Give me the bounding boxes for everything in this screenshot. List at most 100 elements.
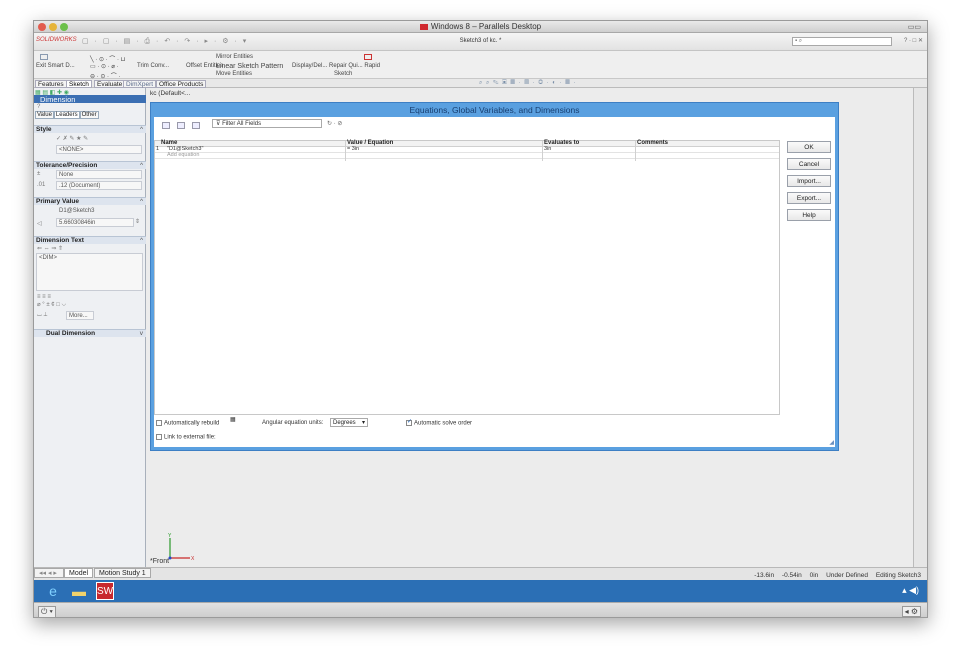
status-bar: ◂◂ ◂ ▸ Model Motion Study 1 -13.6in -0.5… [34, 567, 927, 580]
style-icons[interactable]: ✓ ✗ ✎ ★ ✎ [56, 135, 88, 142]
dimension-text-box[interactable]: <DIM> [36, 253, 143, 291]
pm-tab-value[interactable]: Value [35, 111, 54, 119]
primary-value-input[interactable]: 5.66030846in [56, 218, 134, 227]
tab-motion-study[interactable]: Motion Study 1 [94, 568, 151, 578]
justify-icons[interactable]: ≡ ≡ ≡ [37, 294, 51, 300]
group-dimension-text[interactable]: Dimension Text ^ [34, 236, 146, 244]
rebuild-icon[interactable]: ▦ [230, 416, 236, 423]
col-comments[interactable]: Comments [637, 140, 668, 146]
spin-button-icon[interactable]: ⇕ [135, 218, 140, 225]
power-icon[interactable]: ⏻ ▾ [38, 606, 56, 617]
linear-pattern-button[interactable]: Linear Sketch Pattern [216, 63, 283, 70]
display-delete-button[interactable]: Display/Del... Repair Qui... Rapid [292, 63, 380, 69]
status-editing: Editing Sketch3 [875, 572, 921, 579]
angular-units-select[interactable]: Degrees ▾ [330, 418, 368, 427]
dimension-view-icon[interactable] [192, 122, 200, 129]
precision-select[interactable]: .12 (Document) [56, 181, 142, 190]
tab-office-products[interactable]: Office Products [156, 80, 207, 88]
rect-tools-icon[interactable]: ▭ · ⊙ · ⌀ · [90, 63, 119, 70]
coherence-icon[interactable]: ▭▭ [908, 23, 921, 31]
group-tolerance[interactable]: Tolerance/Precision ^ [34, 161, 146, 169]
style-select[interactable]: <NONE> [56, 145, 142, 154]
window-title: Windows 8 – Parallels Desktop [34, 22, 927, 31]
pm-tab-other[interactable]: Other [79, 111, 99, 119]
sketch-group-label: Sketch [334, 71, 353, 77]
mirror-entities-button[interactable]: Mirror Entities [216, 54, 253, 60]
grid-divider [345, 141, 346, 161]
line-tools-icon[interactable]: ╲ · ⊙ · ⌒ · ⊔ [90, 54, 125, 63]
status-x: -13.6in [754, 572, 775, 579]
equations-grid: Name Value / Equation Evaluates to Comme… [154, 140, 780, 415]
link-file-checkbox[interactable]: Link to external file: [156, 434, 216, 441]
table-row[interactable]: Add equation [155, 152, 779, 159]
more-symbols-button[interactable]: More... [66, 311, 94, 320]
auto-solve-checkbox[interactable]: Automatic solve order [406, 420, 472, 427]
exit-sketch-button[interactable]: Exit Smart D... [36, 63, 75, 69]
tab-scroll-arrows[interactable]: ◂◂ ◂ ▸ [34, 568, 64, 578]
tolerance-type-icon: ± [37, 171, 41, 177]
equations-dialog: Equations, Global Variables, and Dimensi… [150, 102, 839, 451]
chevron-up-icon: ^ [139, 198, 143, 205]
window-controls[interactable]: ? · □ ✕ [904, 37, 923, 44]
tolerance-type-select[interactable]: None [56, 170, 142, 179]
cancel-button[interactable]: Cancel [787, 158, 831, 170]
tab-model[interactable]: Model [64, 568, 94, 578]
symbol-icons-2[interactable]: ⌴ ⊥ [37, 312, 47, 319]
row-value[interactable]: = 3in [347, 146, 542, 152]
file-explorer-icon[interactable]: ▬ [70, 582, 88, 600]
help-button[interactable]: Help [787, 209, 831, 221]
svg-text:Y: Y [168, 533, 172, 539]
symbol-icons[interactable]: ⌀ ° ± ¢ □ ⌵ [37, 301, 66, 309]
chevron-up-icon: ^ [139, 126, 143, 133]
graphics-area[interactable]: kc (Default<... Equations, Global Variab… [146, 88, 927, 567]
checkbox-icon [406, 420, 412, 426]
search-input[interactable]: ▪ ⌕ [792, 37, 892, 46]
exit-sketch-icon[interactable] [40, 54, 48, 60]
ok-button[interactable]: OK [787, 141, 831, 153]
speaker-icon[interactable]: ▴ ◀) [902, 585, 919, 596]
task-pane-tabs[interactable] [913, 88, 927, 567]
command-manager: Exit Smart D... ╲ · ⊙ · ⌒ · ⊔ ▭ · ⊙ · ⌀ … [34, 51, 927, 80]
row-number: 1 [156, 146, 160, 152]
status-readout: -13.6in -0.54in 0in Under Defined Editin… [748, 572, 921, 579]
tab-dimxpert[interactable]: DimXpert [123, 80, 157, 88]
export-button[interactable]: Export... [787, 192, 831, 204]
filter-options-icon[interactable]: ↻ · ⊘ [327, 120, 342, 127]
import-button[interactable]: Import... [787, 175, 831, 187]
trim-entities-button[interactable]: Trim Conv... [137, 63, 169, 69]
chevron-up-icon: ^ [139, 162, 143, 169]
feature-tree-flyout[interactable]: kc (Default<... [150, 90, 190, 97]
text-position-icons[interactable]: ⇐ ⇔ ⇒ ⇑ [37, 245, 63, 252]
precision-icon: .01 [37, 182, 46, 188]
angular-units-label: Angular equation units: [262, 420, 324, 426]
group-style[interactable]: Style ^ [34, 125, 146, 133]
triad-icon: Y X [168, 533, 195, 562]
add-equation-cell[interactable]: Add equation [167, 152, 345, 158]
dimension-value-icon: ◁ [37, 221, 42, 227]
group-primary-value[interactable]: Primary Value ^ [34, 197, 146, 205]
heads-up-view-toolbar[interactable]: ⌕ ⌕ ✎ ▣ ▦ · ▤ · ◎ · ◐ · ▦ · [479, 80, 576, 87]
repair-sketch-icon[interactable] [364, 54, 372, 60]
checkbox-icon [156, 434, 162, 440]
solidworks-taskbar-icon[interactable]: SW [96, 582, 114, 600]
settings-icon[interactable]: ◂ ⚙ [901, 606, 921, 617]
chevron-up-icon: ^ [139, 237, 143, 244]
tab-features[interactable]: Features [35, 80, 67, 88]
parallels-window: Windows 8 – Parallels Desktop ▭▭ SOLIDWO… [33, 20, 928, 618]
group-dual-dimension[interactable]: Dual Dimension v [34, 329, 146, 337]
equation-view-icon[interactable] [162, 122, 170, 129]
pm-title: Dimension [34, 95, 146, 104]
tab-evaluate[interactable]: Evaluate [94, 80, 126, 88]
resize-grip-icon[interactable]: ◢ [829, 439, 834, 446]
parallels-logo-icon [419, 23, 428, 30]
auto-rebuild-checkbox[interactable]: Automatically rebuild [156, 420, 219, 427]
move-entities-button[interactable]: Move Entities [216, 71, 252, 77]
tab-sketch[interactable]: Sketch [66, 80, 92, 88]
primary-value-name[interactable]: D1@Sketch3 [56, 206, 142, 215]
pm-tab-leaders[interactable]: Leaders [53, 111, 80, 119]
ie-icon[interactable]: e [44, 582, 62, 600]
sketch-equation-view-icon[interactable] [177, 122, 185, 129]
help-icon[interactable]: ? [37, 104, 40, 110]
dialog-title: Equations, Global Variables, and Dimensi… [409, 105, 580, 115]
filter-input[interactable]: ⊽ Filter All Fields [212, 119, 322, 128]
